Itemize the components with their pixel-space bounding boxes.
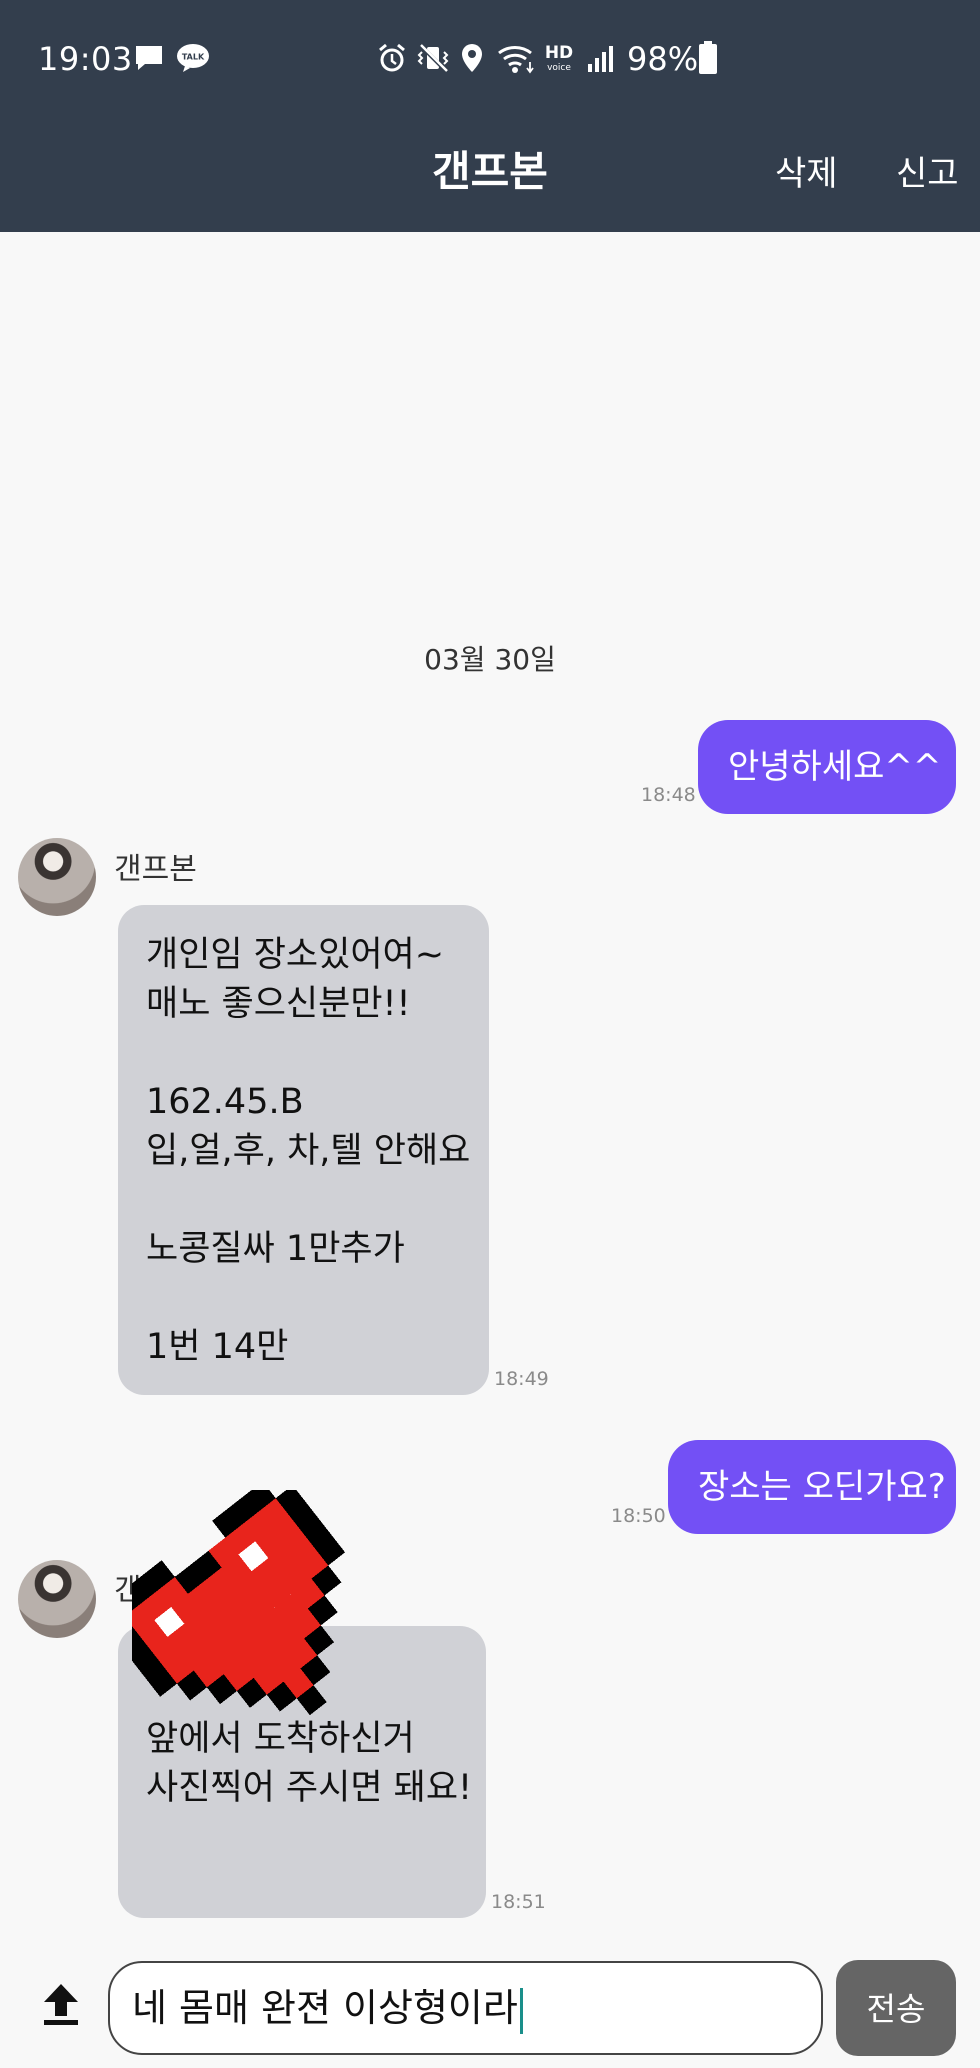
text-caret — [519, 1987, 523, 2034]
vibrate-icon — [417, 43, 449, 73]
message-line: 사진찍어 주시면 돼요! — [146, 1768, 473, 1808]
message-time: 18:50 — [611, 1505, 666, 1527]
message-time: 18:48 — [641, 784, 696, 806]
message-line: 162.45.B — [146, 1082, 304, 1122]
message-line: 노콩질싸 1만추가 — [146, 1229, 405, 1269]
incoming-message[interactable]: 개인임 장소있어여~ 매노 좋으신분만!! 162.45.B 입,얼,후, 차,… — [118, 905, 489, 1395]
signal-icon — [588, 46, 613, 72]
voice-label: voice — [547, 63, 571, 73]
battery-percent: 98% — [627, 40, 699, 78]
message-line: 입,얼,후, 차,텔 안해요 — [146, 1131, 471, 1171]
message-input[interactable]: 네 몸매 완젼 이상형이라 — [108, 1961, 823, 2055]
message-icon — [136, 46, 162, 70]
message-line — [146, 1274, 461, 1323]
message-time: 18:51 — [491, 1891, 546, 1913]
message-input-value: 네 몸매 완젼 이상형이라 — [132, 1986, 518, 2030]
status-bar: 19:03 TALK HD voice 98% — [0, 0, 980, 120]
status-time: 19:03 — [38, 40, 133, 78]
hd-label: HD — [545, 43, 573, 63]
message-line: 매노 좋으신분만!! — [146, 984, 411, 1024]
talk-badge-text: TALK — [182, 53, 205, 62]
delete-button[interactable]: 삭제 — [775, 146, 838, 195]
outgoing-message[interactable]: 안녕하세요^^ — [698, 720, 956, 814]
location-icon — [462, 44, 482, 72]
wifi-icon — [498, 46, 534, 74]
date-separator: 03월 30일 — [424, 643, 556, 676]
alarm-icon — [379, 43, 405, 72]
sender-name: 갠프본 — [114, 852, 197, 887]
outgoing-message[interactable]: 장소는 오딘가요? — [668, 1440, 956, 1534]
send-button[interactable]: 전송 — [836, 1960, 956, 2056]
message-line — [146, 1176, 461, 1225]
pixel-heart-icon — [132, 1490, 346, 1716]
message-line: 1번 14만 — [146, 1327, 289, 1367]
upload-icon[interactable] — [40, 1982, 82, 2026]
message-line — [146, 1029, 461, 1078]
battery-icon — [699, 41, 717, 74]
avatar[interactable] — [18, 838, 96, 916]
message-time: 18:49 — [494, 1368, 549, 1390]
kakaotalk-icon: TALK — [177, 44, 209, 72]
app-header: 19:03 TALK HD voice 98% 갠프본 삭제 신고 — [0, 0, 980, 232]
hd-voice-icon: HD voice — [545, 43, 573, 73]
avatar[interactable] — [18, 1560, 96, 1638]
report-button[interactable]: 신고 — [896, 146, 959, 195]
message-line: 개인임 장소있어여~ — [146, 935, 445, 975]
